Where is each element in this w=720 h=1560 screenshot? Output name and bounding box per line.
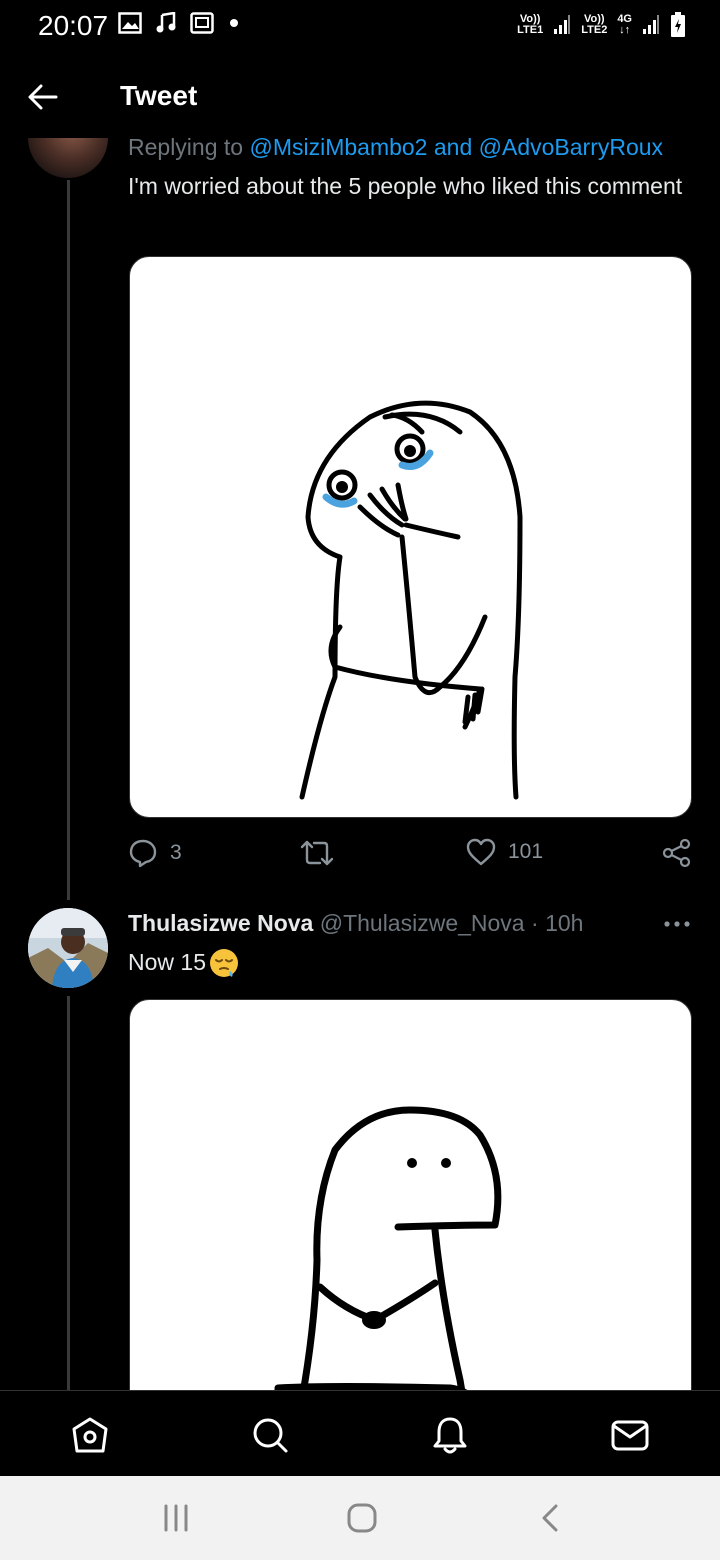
page-title: Tweet [120,80,198,111]
retweet-icon [300,840,334,866]
back-icon[interactable] [530,1502,570,1534]
signal-icon-2 [643,15,659,34]
tweet-text: I'm worried about the 5 people who liked… [128,173,683,199]
notification-dot [230,19,238,27]
reply-button[interactable]: 3 [128,838,182,868]
tweet-media[interactable] [129,999,692,1419]
avatar[interactable] [28,908,108,988]
search-icon[interactable] [250,1415,290,1455]
network-type: 4G ↓↑ [617,13,632,36]
app-header: Tweet [0,52,720,138]
music-icon [156,12,176,33]
thread-line [67,996,70,1390]
thread-line [67,180,70,900]
retweet-button[interactable] [300,838,346,868]
sim2-indicator: Vo)) LTE2 [581,13,608,36]
bottom-nav [0,1390,720,1476]
home-icon[interactable] [70,1415,110,1455]
profile-photo [28,908,108,988]
recent-apps-icon[interactable] [156,1502,196,1534]
meme-drawing [274,1106,502,1414]
status-time: 20:07 [38,10,109,41]
system-nav-bar [0,1476,720,1560]
home-button-icon[interactable] [342,1502,382,1534]
status-icons-right: Vo)) LTE1 Vo)) LTE2 4G ↓↑ [517,12,686,38]
tweet-media[interactable] [129,256,692,818]
status-icons-left [118,12,240,34]
gallery-icon [118,12,142,34]
reply-icon [129,839,157,868]
back-arrow-icon[interactable] [26,80,60,114]
notifications-icon[interactable] [430,1415,470,1455]
share-button[interactable] [662,838,692,868]
author-name[interactable]: Thulasizwe Nova [128,910,313,936]
tweet-text: Now 15 😪 [128,946,240,979]
tweet-time: 10h [545,910,584,936]
sleepy-face-icon [209,948,238,977]
tweet-actions: 3 101 [128,838,698,874]
author-handle[interactable]: @Thulasizwe_Nova [320,910,525,936]
messages-icon[interactable] [610,1415,650,1455]
like-icon [466,838,496,866]
tweet-author: Thulasizwe Nova @Thulasizwe_Nova · 10h [128,910,584,936]
status-bar: 20:07 Vo)) LTE1 Vo)) LTE2 4G ↓↑ [0,0,720,52]
crying-meme-drawing [299,400,523,800]
share-icon [662,838,691,868]
sim1-indicator: Vo)) LTE1 [517,13,544,36]
more-options-icon[interactable] [662,912,692,936]
charging-battery-icon [671,12,685,37]
cast-icon [190,12,214,34]
like-button[interactable]: 101 [466,838,543,866]
signal-icon [554,15,571,34]
replying-to: Replying to @MsiziMbambo2 and @AdvoBarry… [128,134,664,160]
